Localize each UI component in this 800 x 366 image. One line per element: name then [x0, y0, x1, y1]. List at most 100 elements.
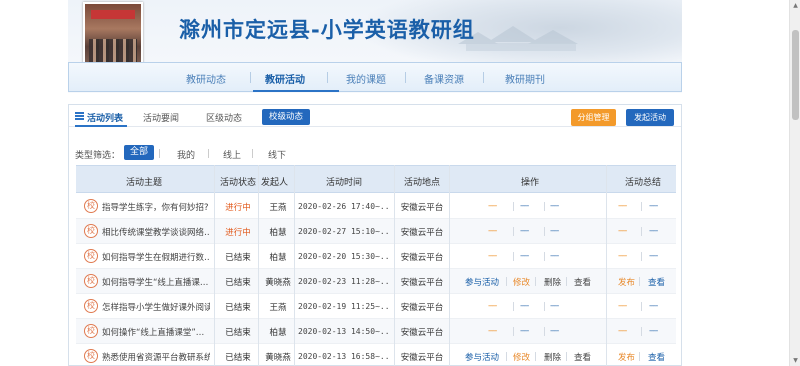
- action-placeholder: ----: [488, 226, 497, 236]
- school-badge-icon: 校: [84, 299, 98, 313]
- filter-separator: [159, 149, 160, 158]
- action-separator: [513, 302, 514, 311]
- banner-architecture: [458, 26, 578, 51]
- column-divider: [258, 165, 259, 366]
- activity-initiator: 柏慧: [269, 228, 287, 238]
- column-header-summary: 活动总结: [625, 178, 662, 188]
- column-divider: [449, 165, 450, 366]
- activity-topic-link[interactable]: 指导学生练字，你有何妙招?: [102, 201, 210, 213]
- view-summary-link[interactable]: 查看: [648, 276, 665, 288]
- activity-status: 已结束: [225, 303, 251, 313]
- filter-option-all[interactable]: 全部: [124, 145, 155, 160]
- action-placeholder: ----: [550, 301, 559, 311]
- action-placeholder: ----: [550, 226, 559, 236]
- activity-status: 已结束: [225, 278, 251, 288]
- nav-item-lesson-resources[interactable]: 备课资源: [424, 71, 464, 86]
- action-separator: [535, 277, 536, 286]
- site-title: 滁州市定远县-小学英语教研组: [179, 18, 475, 42]
- action-separator: [513, 252, 514, 261]
- activity-topic-link[interactable]: 相比传统课堂教学谈谈网络…: [102, 226, 210, 238]
- filter-option-online[interactable]: 线上: [223, 148, 241, 161]
- action-placeholder: ----: [550, 326, 559, 336]
- school-badge-icon: 校: [84, 249, 98, 263]
- school-badge-icon: 校: [84, 199, 98, 213]
- activity-initiator: 黄晓燕: [265, 278, 291, 288]
- filter-option-offline[interactable]: 线下: [268, 148, 286, 161]
- summary-placeholder: ----: [649, 301, 658, 311]
- summary-placeholder: ----: [618, 201, 627, 211]
- summary-placeholder: ----: [649, 251, 658, 261]
- publish-summary-link[interactable]: 发布: [618, 276, 635, 288]
- column-divider: [294, 165, 295, 366]
- table-row: 校如何操作“线上直播课堂”… 已结束 柏慧 2020-02-13 14:50~... 安…: [76, 319, 676, 344]
- scroll-thumb[interactable]: [792, 30, 799, 120]
- nav-item-research-news[interactable]: 教研动态: [186, 71, 226, 86]
- activity-status: 进行中: [225, 228, 251, 238]
- summary-separator: [639, 277, 640, 286]
- table-row: 校指导学生练字，你有何妙招? 进行中 王燕 2020-02-26 17:40~... 安…: [76, 194, 676, 219]
- school-badge-icon: 校: [84, 274, 98, 288]
- start-activity-button[interactable]: 发起活动: [626, 109, 674, 126]
- activity-time: 2020-02-26 17:40~...: [298, 202, 388, 211]
- activity-topic-link[interactable]: 如何操作“线上直播课堂”…: [102, 326, 210, 338]
- activity-topic-link[interactable]: 如何指导学生“线上直播课…: [102, 276, 210, 288]
- nav-item-research-activity[interactable]: 教研活动: [265, 71, 305, 86]
- delete-link[interactable]: 删除: [544, 351, 561, 363]
- tab-school-news[interactable]: 校级动态: [262, 109, 311, 125]
- tab-activity-news[interactable]: 活动要闻: [143, 111, 179, 124]
- action-separator: [544, 327, 545, 336]
- activity-place: 安徽云平台: [400, 328, 444, 338]
- main-nav: 教研动态 教研活动 我的课题 备课资源 教研期刊: [68, 62, 682, 92]
- view-link[interactable]: 查看: [574, 351, 591, 363]
- table-row: 校熟悉使用省资源平台教研系统 已结束 黄晓燕 2020-02-13 16:58~...…: [76, 344, 676, 366]
- activity-place: 安徽云平台: [400, 303, 444, 313]
- page-scrollbar[interactable]: ▲ ▼: [789, 0, 800, 366]
- activity-time: 2020-02-13 16:58~...: [298, 352, 388, 361]
- summary-placeholder: ----: [649, 226, 658, 236]
- activity-topic-link[interactable]: 怎样指导小学生做好课外阅读: [102, 301, 210, 313]
- action-placeholder: ----: [488, 251, 497, 261]
- activity-time: 2020-02-13 14:50~...: [298, 327, 388, 336]
- scroll-down-icon[interactable]: ▼: [792, 357, 799, 364]
- group-manage-button[interactable]: 分组管理: [571, 109, 616, 126]
- activity-topic-link[interactable]: 如何指导学生在假期进行数…: [102, 251, 210, 263]
- join-activity-link[interactable]: 参与活动: [465, 351, 499, 363]
- edit-link[interactable]: 修改: [513, 351, 530, 363]
- activity-initiator: 王燕: [269, 203, 287, 213]
- activity-topic-link[interactable]: 熟悉使用省资源平台教研系统: [102, 351, 210, 363]
- view-summary-link[interactable]: 查看: [648, 351, 665, 363]
- nav-separator: [250, 72, 251, 83]
- action-separator: [506, 352, 507, 361]
- delete-link[interactable]: 删除: [544, 276, 561, 288]
- activity-status: 已结束: [225, 328, 251, 338]
- nav-item-research-journal[interactable]: 教研期刊: [505, 71, 545, 86]
- edit-link[interactable]: 修改: [513, 276, 530, 288]
- filter-label: 类型筛选：: [75, 151, 121, 161]
- action-placeholder: ----: [520, 301, 529, 311]
- school-badge-icon: 校: [84, 324, 98, 338]
- column-header-place: 活动地点: [404, 178, 441, 188]
- summary-separator: [641, 202, 642, 211]
- publish-summary-link[interactable]: 发布: [618, 351, 635, 363]
- action-separator: [544, 252, 545, 261]
- type-filter: 类型筛选： 全部 我的 线上 线下: [75, 145, 675, 161]
- scroll-up-icon[interactable]: ▲: [792, 2, 799, 9]
- tab-district-news[interactable]: 区级动态: [206, 111, 242, 124]
- action-separator: [513, 202, 514, 211]
- activity-status: 已结束: [225, 353, 251, 363]
- filter-option-mine[interactable]: 我的: [177, 148, 195, 161]
- action-separator: [544, 302, 545, 311]
- column-header-topic: 活动主题: [126, 178, 163, 188]
- content-panel: 活动列表 活动要闻 区级动态 校级动态 分组管理 发起活动 类型筛选： 全部 我…: [68, 104, 682, 366]
- join-activity-link[interactable]: 参与活动: [465, 276, 499, 288]
- summary-separator: [641, 327, 642, 336]
- action-separator: [544, 227, 545, 236]
- action-placeholder: ----: [520, 201, 529, 211]
- activity-place: 安徽云平台: [400, 203, 444, 213]
- action-separator: [535, 352, 536, 361]
- summary-separator: [641, 227, 642, 236]
- view-link[interactable]: 查看: [574, 276, 591, 288]
- activity-status: 已结束: [225, 253, 251, 263]
- nav-item-my-topics[interactable]: 我的课题: [346, 71, 386, 86]
- tab-activity-list[interactable]: 活动列表: [87, 111, 123, 124]
